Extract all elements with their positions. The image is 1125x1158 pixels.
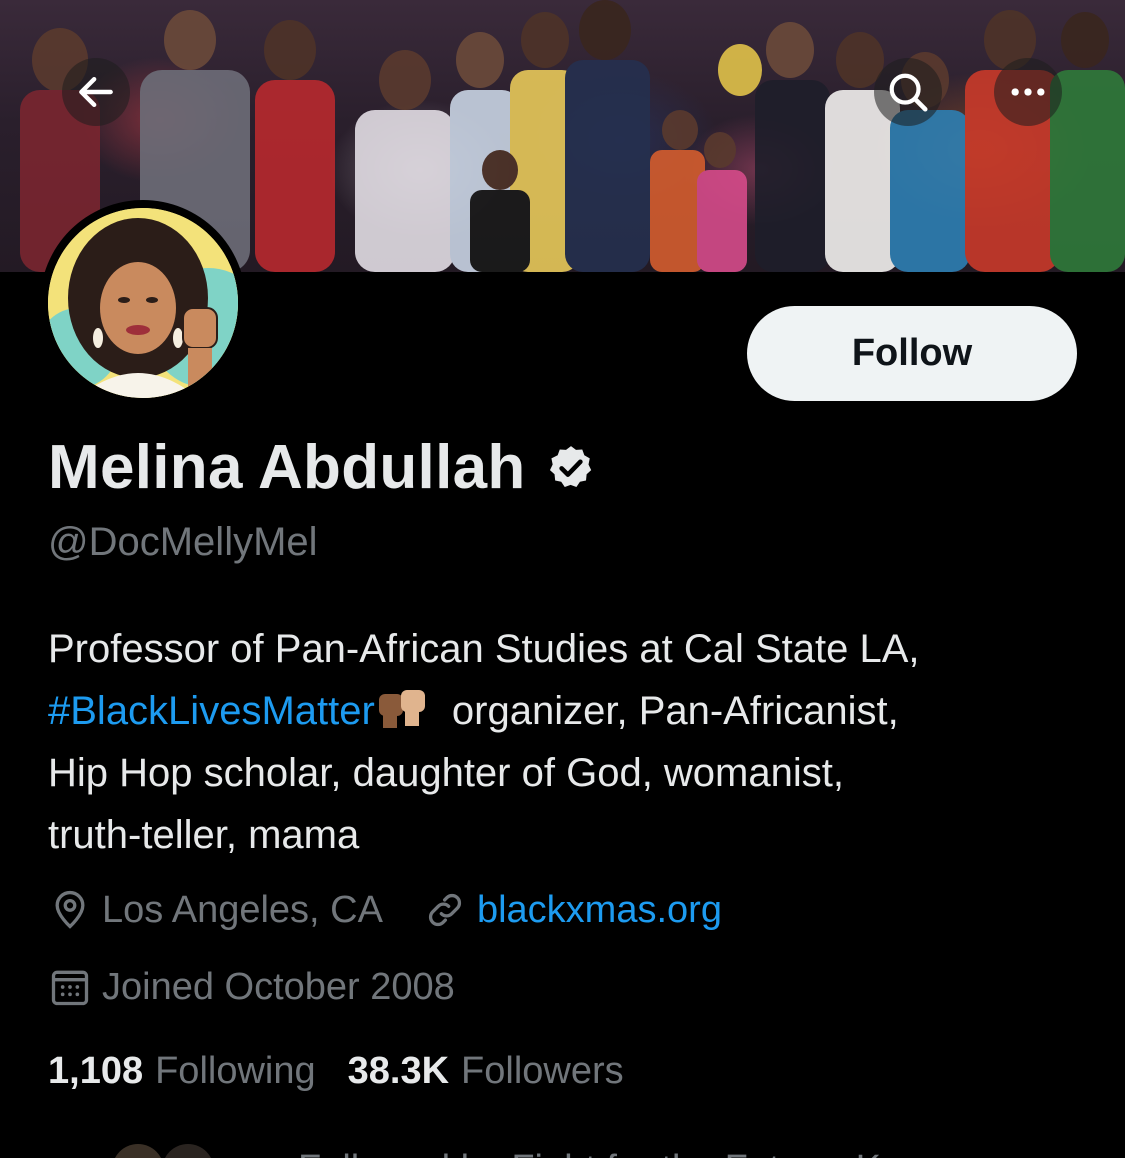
followers-label: Followers [461,1050,624,1092]
following-count: 1,108 [48,1050,144,1092]
profile-handle: @DocMellyMel [48,520,318,564]
bio-line: Professor of Pan-African Studies at Cal … [48,627,920,671]
joined-row: Joined October 2008 [48,965,455,1009]
display-name: Melina Abdullah [48,433,526,502]
more-horizontal-icon [1011,88,1045,96]
profile-website-link[interactable]: blackxmas.org [477,889,722,932]
location-pin-icon [55,890,85,929]
followed-by-text: Followed by Fight for the Future, K... [298,1148,913,1158]
raised-fist-emoji-icon [378,690,425,728]
followers-count: 38.3K [347,1050,450,1092]
profile-stats: 1,108 Following 38.3K Followers [48,1050,624,1093]
follow-button[interactable]: Follow [747,306,1077,401]
name-row: Melina Abdullah [48,432,596,503]
search-button[interactable] [874,58,942,126]
bio-text: organizer, Pan-Africanist, [440,689,899,733]
profile-bio: Professor of Pan-African Studies at Cal … [48,618,1088,866]
bio-line: #BlackLivesMatter organizer, Pan-African… [48,680,1088,742]
search-icon [889,73,928,112]
following-label: Following [155,1050,316,1092]
followers-link[interactable]: 38.3K Followers [348,1050,624,1093]
calendar-icon [51,970,89,1006]
followed-by-row[interactable]: Followed by Fight for the Future, K... [48,1140,1125,1158]
arrow-left-icon [79,76,113,108]
profile-location: Los Angeles, CA [102,888,383,931]
profile-page: Follow Melina Abdullah @DocMellyMel Prof… [0,0,1125,1158]
avatar-illustration [48,208,238,398]
more-button[interactable] [994,58,1062,126]
bio-line: Hip Hop scholar, daughter of God, womani… [48,751,844,795]
profile-avatar[interactable] [40,200,246,406]
follower-avatars [114,1144,212,1158]
back-button[interactable] [62,58,130,126]
verified-badge-icon [549,445,591,487]
link-icon [428,893,462,927]
bio-line: truth-teller, mama [48,813,360,857]
following-link[interactable]: 1,108 Following [48,1050,316,1093]
hashtag-link[interactable]: #BlackLivesMatter [48,689,375,733]
profile-meta-row: Los Angeles, CA blackxmas.org [48,888,722,932]
profile-joined-date: Joined October 2008 [102,965,455,1008]
